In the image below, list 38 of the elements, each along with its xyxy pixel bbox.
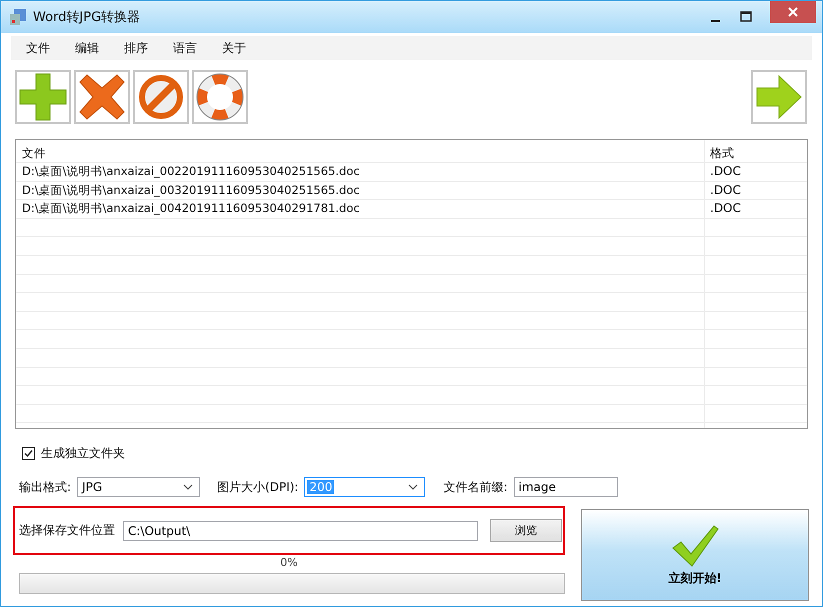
caret-icon	[183, 484, 194, 490]
checkmark-icon	[670, 524, 720, 568]
format-label: 输出格式:	[19, 478, 72, 496]
browse-button[interactable]: 浏览	[490, 519, 562, 542]
format-dropdown[interactable]: JPG	[77, 477, 200, 497]
progress-reading: 0%	[279, 556, 299, 570]
dpi-label: 图片大小(DPI):	[217, 478, 298, 496]
start-button[interactable]: 立刻开始!	[581, 509, 809, 601]
menu-item[interactable]: 文件	[11, 40, 60, 56]
format-cell[interactable]: .DOC	[705, 163, 807, 181]
file-path-cell[interactable]: D:\桌面\说明书\anxaizai_004201911160953040291781.doc	[16, 200, 705, 218]
caret-icon	[408, 484, 418, 490]
save-location-label: 选择保存文件位置	[19, 522, 115, 539]
prefix-field[interactable]: image	[514, 477, 618, 497]
arrow-right-icon-button[interactable]	[751, 70, 807, 124]
file-path-cell[interactable]: D:\桌面\说明书\anxaizai_002201911160953040251565.doc	[16, 163, 705, 181]
x-icon-button[interactable]	[74, 70, 130, 124]
app-icon	[9, 8, 27, 26]
menu-item[interactable]: 语言	[158, 40, 207, 56]
file-path-cell[interactable]: D:\桌面\说明书\anxaizai_003201911160953040251565.doc	[16, 182, 705, 200]
column-header[interactable]: 格式	[705, 140, 807, 162]
close-button[interactable]	[770, 1, 816, 23]
maximize-icon[interactable]	[740, 10, 752, 22]
close-icon	[788, 7, 798, 17]
menu-item[interactable]: 关于	[207, 40, 256, 56]
lifebuoy-icon-button[interactable]	[192, 70, 248, 124]
menu-item[interactable]: 编辑	[60, 40, 109, 56]
checkbox[interactable]	[22, 447, 35, 460]
format-cell[interactable]: .DOC	[705, 182, 807, 200]
format-cell[interactable]: .DOC	[705, 200, 807, 218]
prohibited-icon-button[interactable]	[133, 70, 189, 124]
prefix-label: 文件名前缀:	[443, 478, 508, 496]
plus-icon-button[interactable]	[15, 70, 71, 124]
checkbox-label: 生成独立文件夹	[41, 445, 125, 462]
menu-item[interactable]: 排序	[109, 40, 158, 56]
column-header[interactable]: 文件	[16, 140, 705, 162]
save-path-field[interactable]: C:\Output\	[123, 520, 478, 540]
window-title: Word转JPG转换器	[33, 9, 140, 26]
